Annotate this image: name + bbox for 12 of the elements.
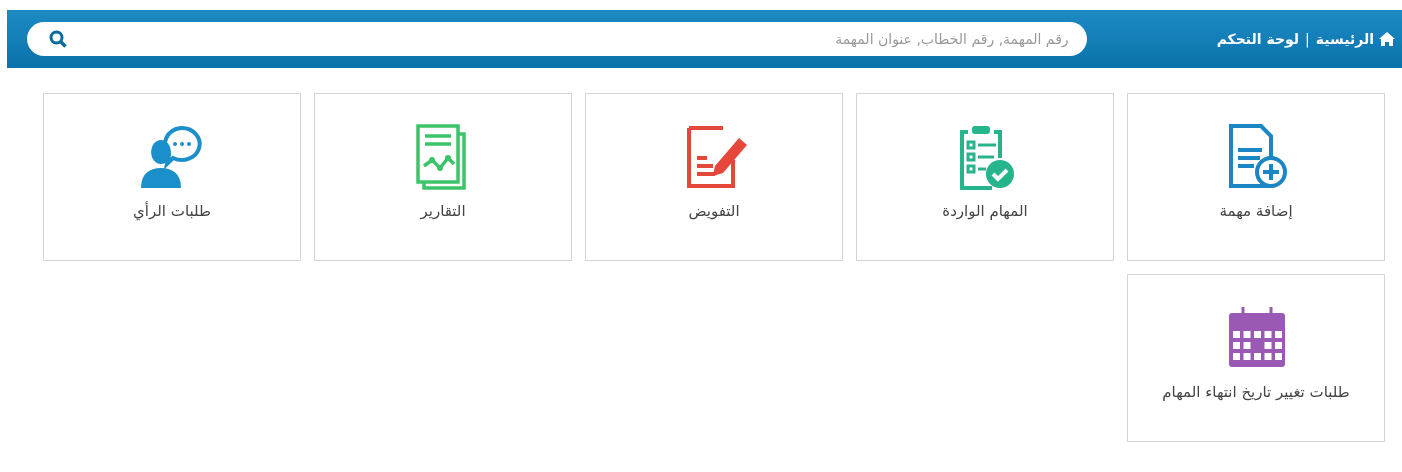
dashboard-tile[interactable]: طلبات الرأي [43, 93, 301, 261]
breadcrumb-link[interactable]: لوحة التحكم [1216, 31, 1300, 47]
dashboard-tile[interactable]: إضافة مهمة [1127, 93, 1385, 261]
search-field[interactable]: رقم المهمة, رقم الخطاب, عنوان المهمة [27, 22, 1087, 56]
dashboard-tile[interactable]: التفويض [585, 93, 843, 261]
breadcrumb-separator: | [1305, 31, 1310, 47]
home-icon [1378, 31, 1396, 47]
dashboard-tile[interactable]: التقارير [314, 93, 572, 261]
home-link[interactable]: الرئيسية [1315, 31, 1396, 47]
search-icon[interactable] [49, 30, 67, 48]
dashboard-tile[interactable]: المهام الواردة [856, 93, 1114, 261]
dashboard-tile[interactable]: طلبات تغيير تاريخ انتهاء المهام [1127, 274, 1385, 442]
